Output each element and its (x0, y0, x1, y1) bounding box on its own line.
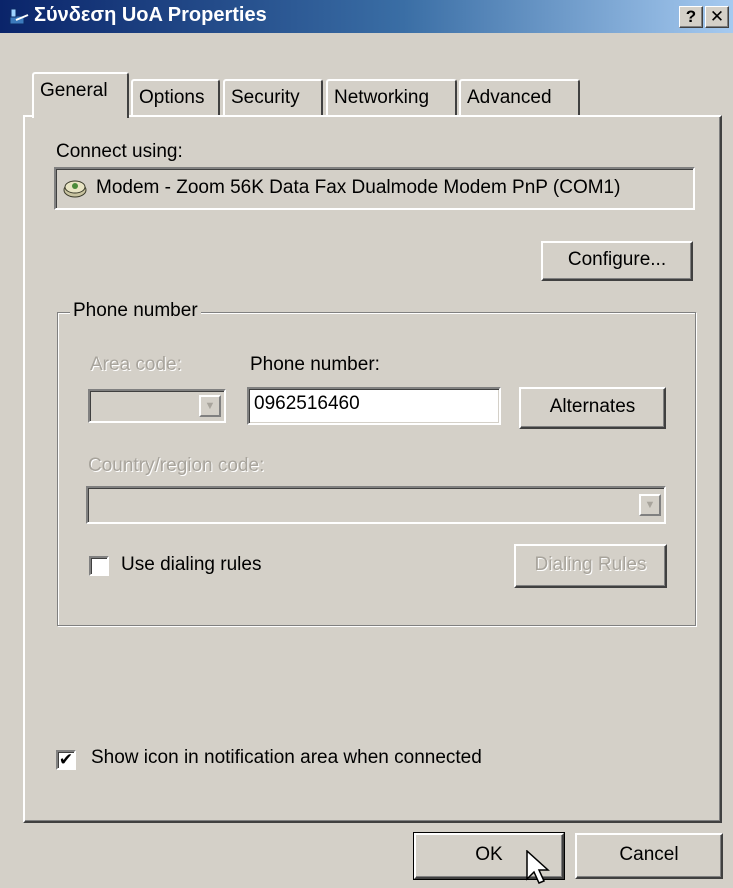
use-dialing-rules-checkbox[interactable] (89, 556, 109, 576)
tab-general[interactable]: General (32, 72, 129, 118)
phone-number-label: Phone number: (250, 354, 380, 375)
modem-icon (63, 180, 87, 198)
close-button[interactable]: ✕ (705, 6, 729, 28)
phone-number-value: 0962516460 (254, 393, 360, 414)
mouse-cursor-icon (526, 850, 550, 884)
cancel-button[interactable]: Cancel (575, 833, 723, 879)
window-title: Σύνδεση UoA Properties (34, 4, 267, 26)
tab-options[interactable]: Options (131, 79, 220, 116)
use-dialing-rules-label[interactable]: Use dialing rules (121, 554, 261, 576)
network-connection-icon (9, 8, 29, 25)
country-code-label: Country/region code: (88, 455, 265, 476)
show-icon-checkbox[interactable]: ✔ (56, 750, 76, 770)
device-name: Modem - Zoom 56K Data Fax Dualmode Modem… (96, 177, 621, 198)
chevron-down-icon[interactable]: ▼ (639, 494, 661, 516)
tab-advanced[interactable]: Advanced (459, 79, 580, 116)
tab-security[interactable]: Security (223, 79, 323, 116)
help-button[interactable]: ? (679, 6, 703, 28)
phone-number-group-label: Phone number (70, 300, 201, 322)
alternates-button[interactable]: Alternates (519, 387, 666, 429)
country-code-dropdown[interactable] (86, 486, 666, 524)
area-code-label: Area code: (90, 354, 182, 375)
dialing-rules-button[interactable]: Dialing Rules (514, 544, 667, 588)
show-icon-label[interactable]: Show icon in notification area when conn… (91, 747, 482, 769)
tab-networking[interactable]: Networking (326, 79, 457, 116)
configure-button[interactable]: Configure... (541, 241, 693, 281)
chevron-down-icon[interactable]: ▼ (199, 395, 221, 417)
connect-using-label: Connect using: (56, 141, 183, 162)
